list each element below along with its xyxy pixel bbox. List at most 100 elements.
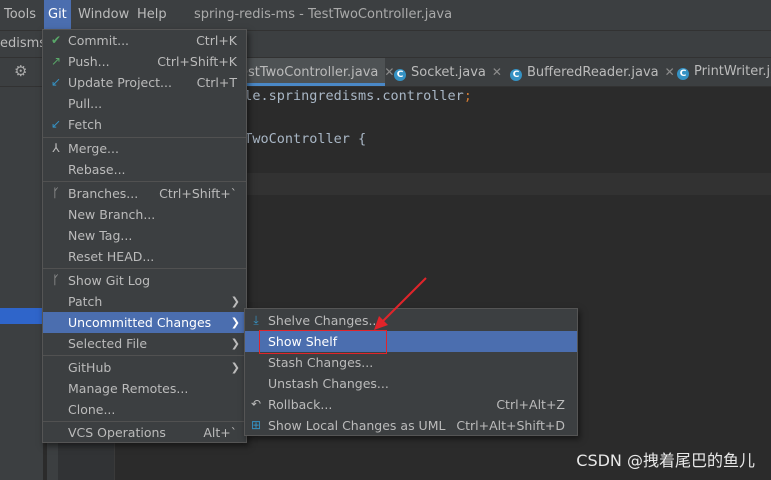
tab-socket[interactable]: C Socket.java ✕ — [394, 58, 502, 86]
menu-item-shortcut: Alt+` — [203, 425, 237, 440]
branch-icon: ᚴ — [52, 186, 60, 200]
menu-item-label: GitHub — [68, 360, 112, 375]
menu-bar: Tools Git Window Help spring-redis-ms - … — [0, 0, 771, 31]
tab-testtwocontroller[interactable]: estTwoController.java ✕ — [230, 58, 394, 86]
update-arrow-icon: ↙ — [50, 75, 62, 89]
menu-git[interactable]: Git — [44, 0, 71, 30]
menu-item-label: Patch — [68, 294, 103, 309]
menu-item-label: New Branch... — [68, 207, 156, 222]
fetch-icon: ↙ — [50, 117, 62, 131]
menu-item-show-git-log[interactable]: ᚴ Show Git Log — [43, 270, 246, 291]
menu-item-label: Branches... — [68, 186, 139, 201]
merge-icon: ⅄ — [52, 141, 60, 155]
tab-label: estTwoController.java — [240, 65, 379, 80]
project-label[interactable]: edisms — [0, 31, 46, 57]
close-icon[interactable]: ✕ — [384, 65, 394, 79]
tab-label: PrintWriter.jav — [694, 64, 771, 79]
code-line-class: stTwoController { — [228, 131, 367, 147]
menu-item-new-tag[interactable]: New Tag... — [43, 225, 246, 246]
menu-item-shortcut: Ctrl+T — [196, 75, 237, 90]
menu-item-patch[interactable]: Patch ❯ — [43, 291, 246, 312]
annotation-arrow — [374, 277, 427, 330]
chevron-right-icon: ❯ — [230, 295, 240, 308]
menu-item-rebase[interactable]: Rebase... — [43, 159, 246, 180]
project-tool-window[interactable] — [0, 87, 43, 480]
code-line-package: mple.springredisms.controller; — [228, 88, 472, 104]
git-log-icon: ᚴ — [52, 273, 60, 287]
menu-separator — [43, 268, 246, 269]
watermark: CSDN @拽着尾巴的鱼儿 — [576, 451, 755, 470]
menu-item-label: Reset HEAD... — [68, 249, 155, 264]
menu-item-label: Manage Remotes... — [68, 381, 189, 396]
chevron-right-icon: ❯ — [230, 316, 240, 329]
menu-item-label: Push... — [68, 54, 110, 69]
menu-separator — [43, 181, 246, 182]
menu-tools[interactable]: Tools — [0, 0, 40, 30]
tab-bufferedreader[interactable]: C BufferedReader.java ✕ — [510, 58, 675, 86]
menu-item-fetch[interactable]: ↙ Fetch — [43, 114, 246, 135]
tab-label: BufferedReader.java — [527, 65, 659, 80]
class-icon: C — [510, 69, 522, 81]
menu-item-commit[interactable]: ✔ Commit... Ctrl+K — [43, 30, 246, 51]
submenu-item-unstash-changes[interactable]: Unstash Changes... — [245, 373, 577, 394]
menu-item-reset-head[interactable]: Reset HEAD... — [43, 246, 246, 267]
submenu-item-stash-changes[interactable]: Stash Changes... — [245, 352, 577, 373]
submenu-item-label: Unstash Changes... — [268, 376, 389, 391]
menu-window[interactable]: Window — [74, 0, 133, 30]
submenu-item-show-local-changes-uml[interactable]: ⊞ Show Local Changes as UML Ctrl+Alt+Shi… — [245, 415, 577, 436]
shelve-icon: ⤓ — [253, 313, 259, 327]
menu-item-label: Pull... — [68, 96, 103, 111]
menu-item-label: Fetch — [68, 117, 102, 132]
submenu-item-shortcut: Ctrl+Alt+Shift+D — [456, 418, 565, 433]
menu-item-manage-remotes[interactable]: Manage Remotes... — [43, 378, 246, 399]
submenu-item-label: Rollback... — [268, 397, 333, 412]
menu-separator — [43, 355, 246, 356]
menu-item-shortcut: Ctrl+Shift+K — [157, 54, 237, 69]
menu-item-shortcut: Ctrl+Shift+` — [159, 186, 237, 201]
menu-item-github[interactable]: GitHub ❯ — [43, 357, 246, 378]
menu-item-label: Show Git Log — [68, 273, 151, 288]
window-title: spring-redis-ms - TestTwoController.java — [194, 7, 453, 22]
uml-icon: ⊞ — [250, 418, 262, 432]
check-icon: ✔ — [50, 33, 62, 47]
close-icon[interactable]: ✕ — [665, 65, 675, 79]
project-tree-selection[interactable] — [0, 308, 43, 324]
submenu-item-label: Show Local Changes as UML — [268, 418, 446, 433]
menu-item-label: New Tag... — [68, 228, 133, 243]
class-icon: C — [677, 68, 689, 80]
menu-item-clone[interactable]: Clone... — [43, 399, 246, 420]
menu-item-label: Commit... — [68, 33, 130, 48]
menu-item-uncommitted-changes[interactable]: Uncommitted Changes ❯ — [43, 312, 246, 333]
menu-item-label: VCS Operations — [68, 425, 166, 440]
menu-item-branches[interactable]: ᚴ Branches... Ctrl+Shift+` — [43, 183, 246, 204]
menu-item-pull[interactable]: Pull... — [43, 93, 246, 114]
menu-item-label: Rebase... — [68, 162, 126, 177]
close-icon[interactable]: ✕ — [492, 65, 502, 79]
tab-label: Socket.java — [411, 65, 486, 80]
menu-item-vcs-operations[interactable]: VCS Operations Alt+` — [43, 422, 246, 443]
menu-item-new-branch[interactable]: New Branch... — [43, 204, 246, 225]
menu-item-push[interactable]: ↗ Push... Ctrl+Shift+K — [43, 51, 246, 72]
menu-item-label: Clone... — [68, 402, 116, 417]
class-icon: C — [394, 69, 406, 81]
annotation-arrow-line — [381, 277, 427, 323]
chevron-right-icon: ❯ — [230, 337, 240, 350]
tab-printwriter[interactable]: C PrintWriter.jav — [677, 58, 771, 86]
menu-help[interactable]: Help — [133, 0, 171, 30]
submenu-item-shortcut: Ctrl+Alt+Z — [496, 397, 565, 412]
submenu-item-label: Stash Changes... — [268, 355, 374, 370]
chevron-right-icon: ❯ — [230, 361, 240, 374]
menu-item-label: Selected File — [68, 336, 148, 351]
git-menu: ✔ Commit... Ctrl+K ↗ Push... Ctrl+Shift+… — [42, 29, 247, 443]
submenu-item-rollback[interactable]: ↶ Rollback... Ctrl+Alt+Z — [245, 394, 577, 415]
gear-icon[interactable]: ⚙ — [14, 63, 30, 79]
code-text: mple.springredisms.controller — [228, 88, 464, 104]
rollback-icon: ↶ — [250, 397, 262, 411]
code-semicolon: ; — [463, 88, 472, 104]
menu-item-merge[interactable]: ⅄ Merge... — [43, 138, 246, 159]
menu-item-shortcut: Ctrl+K — [196, 33, 237, 48]
menu-item-update-project[interactable]: ↙ Update Project... Ctrl+T — [43, 72, 246, 93]
menu-item-selected-file[interactable]: Selected File ❯ — [43, 333, 246, 354]
menu-item-label: Update Project... — [68, 75, 172, 90]
menu-item-label: Merge... — [68, 141, 119, 156]
